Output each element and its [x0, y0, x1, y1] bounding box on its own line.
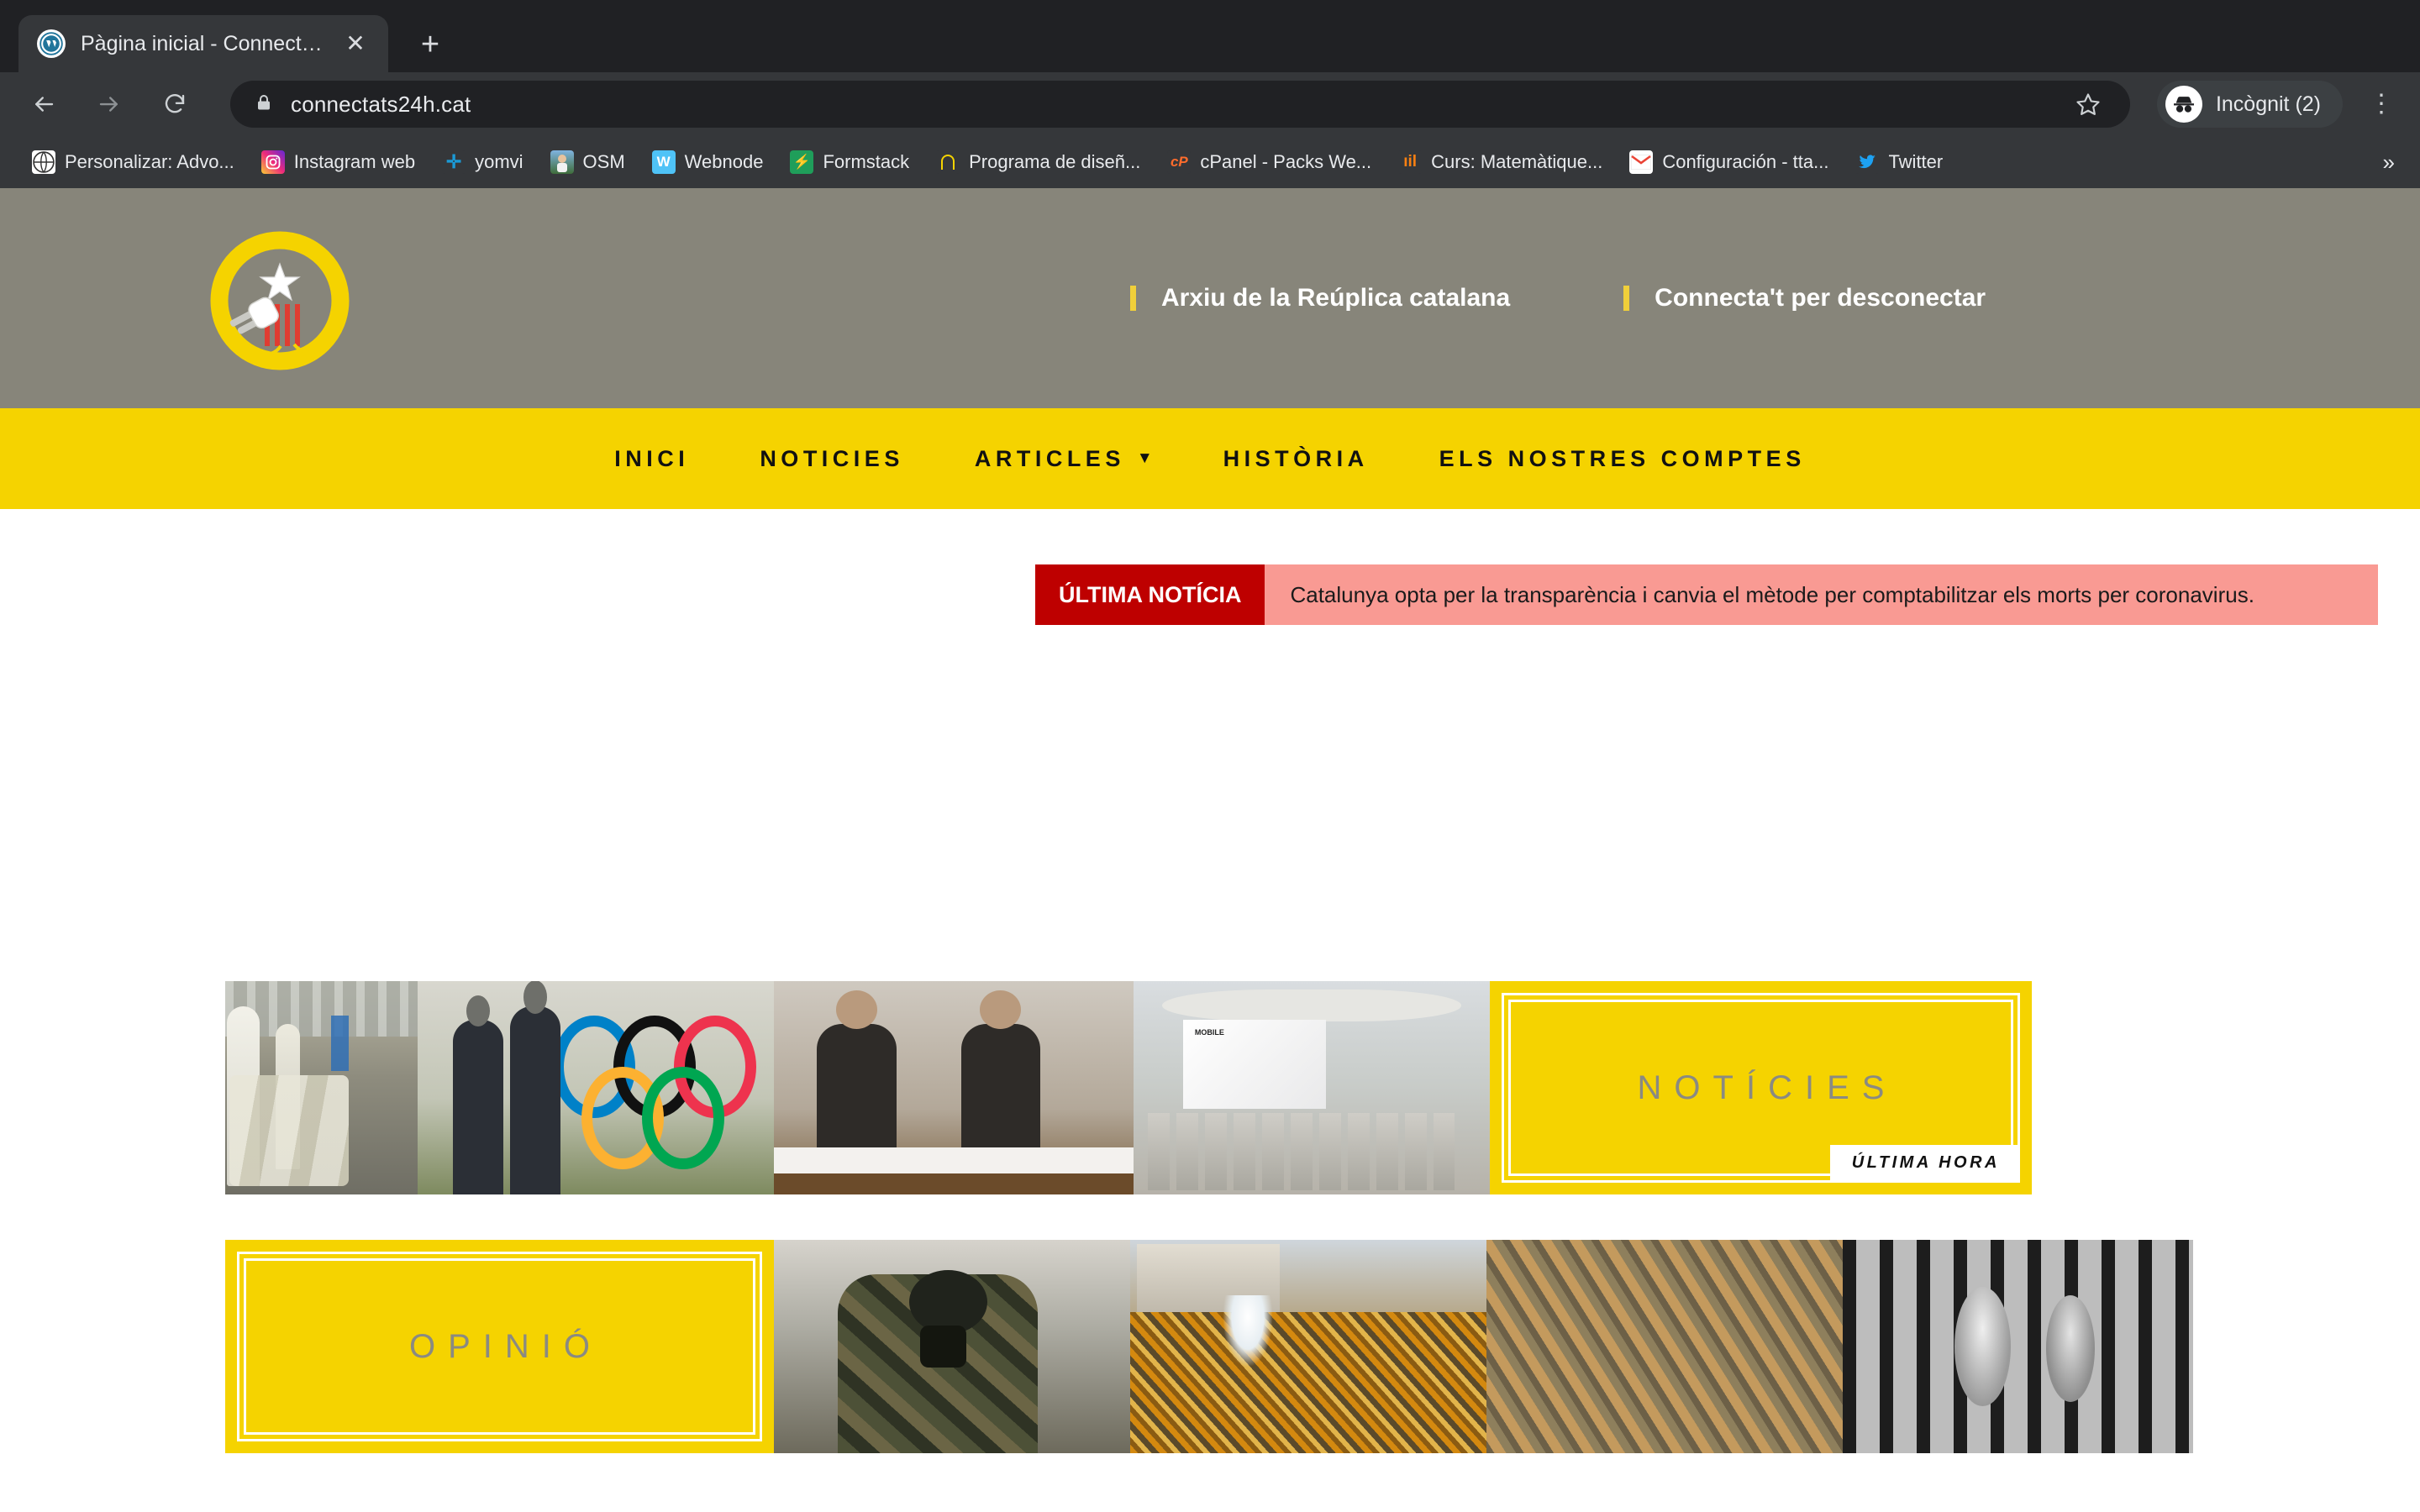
- connectats-logo[interactable]: [187, 220, 373, 381]
- bookmark-label: cPanel - Packs We...: [1200, 151, 1372, 172]
- incognito-icon: [2165, 86, 2202, 123]
- nav-label: NOTICIES: [760, 445, 904, 471]
- tab-strip: Pàgina inicial - Connectats ✕ +: [0, 0, 2420, 72]
- bookmark-webnode[interactable]: W Webnode: [639, 143, 777, 181]
- bookmark-programa-diseno[interactable]: Programa de diseñ...: [923, 143, 1154, 181]
- bookmark-label: Webnode: [684, 151, 764, 172]
- page-content: Arxiu de la Reúplica catalana Connecta't…: [0, 188, 2420, 1512]
- ultima-hora-badge: ÚLTIMA HORA: [1829, 1145, 2018, 1181]
- nav-label: ELS NOSTRES COMPTES: [1439, 445, 1806, 471]
- bookmarks-bar: Personalizar: Advo... Instagram web ✛ yo…: [0, 136, 2420, 188]
- bookmark-label: yomvi: [475, 151, 523, 172]
- browser-tab[interactable]: Pàgina inicial - Connectats ✕: [18, 15, 388, 72]
- osm-icon: [550, 150, 574, 174]
- tile-press-conference[interactable]: [774, 981, 1134, 1194]
- browser-window: Pàgina inicial - Connectats ✕ + connecta…: [0, 0, 2420, 1512]
- forward-button[interactable]: [87, 82, 131, 126]
- nav-label: HISTÒRIA: [1223, 445, 1369, 471]
- bookmark-twitter[interactable]: Twitter: [1842, 143, 1956, 181]
- kebab-menu-icon[interactable]: ⋮: [2365, 92, 2398, 117]
- main-navigation: INICI NOTICIES ARTICLES ▼ HISTÒRIA ELS N…: [0, 408, 2420, 509]
- aerial-eixample-photo: [1486, 1240, 1843, 1453]
- nav-item-inici[interactable]: INICI: [579, 446, 724, 472]
- bookmark-instagram[interactable]: Instagram web: [248, 143, 429, 181]
- bookmark-star-icon[interactable]: [2070, 92, 2107, 117]
- tile-noticies[interactable]: NOTÍCIES ÚLTIMA HORA: [1490, 981, 2032, 1194]
- new-tab-button[interactable]: +: [412, 29, 449, 60]
- browser-toolbar: connectats24h.cat Incògnit (2) ⋮: [0, 72, 2420, 136]
- press-conference-photo: [774, 981, 1134, 1194]
- breaking-news-tag: ÚLTIMA NOTÍCIA: [1035, 564, 1265, 625]
- nav-item-noticies[interactable]: NOTICIES: [724, 446, 939, 472]
- tile-olympic-rings[interactable]: [418, 981, 774, 1194]
- wordpress-icon: [37, 29, 66, 58]
- bookmark-label: OSM: [582, 151, 625, 172]
- bookmarks-overflow-button[interactable]: »: [2383, 150, 2402, 176]
- incognito-label: Incògnit (2): [2215, 92, 2321, 116]
- close-icon[interactable]: ✕: [341, 32, 370, 55]
- back-button[interactable]: [22, 82, 66, 126]
- breaking-news-headline: Catalunya opta per la transparència i ca…: [1265, 564, 2378, 625]
- bookmark-label: Personalizar: Advo...: [65, 151, 234, 172]
- bookmark-label: Instagram web: [293, 151, 416, 172]
- bookmark-configuracion[interactable]: Configuración - tta...: [1616, 143, 1842, 181]
- mosaic-row-1: MOBILE NOTÍCIES ÚLTIMA HORA: [225, 981, 2193, 1194]
- nav-item-articles[interactable]: ARTICLES ▼: [939, 446, 1188, 472]
- bookmark-label: Twitter: [1888, 151, 1944, 172]
- bookmark-osm[interactable]: OSM: [537, 143, 639, 181]
- bookmark-formstack[interactable]: ⚡ Formstack: [776, 143, 923, 181]
- featured-mosaic: MOBILE NOTÍCIES ÚLTIMA HORA OPINIÓ: [225, 981, 2193, 1453]
- prison-bw-photo: [1843, 1240, 2193, 1453]
- header-taglines: Arxiu de la Reúplica catalana Connecta't…: [1130, 188, 1986, 408]
- yomvi-icon: ✛: [442, 150, 466, 174]
- tile-aerial-eixample[interactable]: [1486, 1240, 1843, 1453]
- site-header: Arxiu de la Reúplica catalana Connecta't…: [0, 188, 2420, 408]
- tile-hospital-icu[interactable]: [225, 981, 418, 1194]
- barcelona-mwc-photo: MOBILE: [1134, 981, 1490, 1194]
- tagline-slogan: Connecta't per desconectar: [1623, 286, 1986, 311]
- moodle-icon: ıil: [1398, 150, 1423, 174]
- nav-label: INICI: [614, 445, 690, 471]
- address-bar[interactable]: connectats24h.cat: [230, 81, 2130, 128]
- bookmark-label: Configuración - tta...: [1662, 151, 1829, 172]
- tile-prison-bw[interactable]: [1843, 1240, 2193, 1453]
- bookmark-personalizar[interactable]: Personalizar: Advo...: [18, 143, 248, 181]
- bookmark-cpanel[interactable]: cP cPanel - Packs We...: [1154, 143, 1385, 181]
- reload-button[interactable]: [153, 82, 197, 126]
- lock-icon: [254, 92, 274, 117]
- tile-barcelona-mwc[interactable]: MOBILE: [1134, 981, 1490, 1194]
- bookmark-label: Curs: Matemàtique...: [1431, 151, 1603, 172]
- bookmark-label: Formstack: [823, 151, 910, 172]
- tile-soldier-gasmask[interactable]: [774, 1240, 1130, 1453]
- tile-demonstration[interactable]: [1130, 1240, 1486, 1453]
- hospital-icu-photo: [225, 981, 418, 1194]
- twitter-icon: [1855, 150, 1880, 174]
- nav-item-historia[interactable]: HISTÒRIA: [1188, 446, 1404, 472]
- nav-item-els-nostres-comptes[interactable]: ELS NOSTRES COMPTES: [1404, 446, 1841, 472]
- tile-label-opinio: OPINIÓ: [408, 1327, 603, 1365]
- webnode-icon: W: [651, 150, 676, 174]
- mosaic-row-2: OPINIÓ: [225, 1240, 2193, 1453]
- tab-title: Pàgina inicial - Connectats: [81, 31, 326, 55]
- design-program-icon: [936, 150, 960, 174]
- bookmark-label: Programa de diseñ...: [969, 151, 1141, 172]
- tile-label-noticies: NOTÍCIES: [1637, 1068, 1897, 1106]
- soldier-gasmask-photo: [774, 1240, 1130, 1453]
- incognito-indicator[interactable]: Incògnit (2): [2156, 81, 2343, 128]
- globe-icon: [32, 150, 55, 174]
- instagram-icon: [260, 150, 285, 174]
- bookmark-curs-matematiques[interactable]: ıil Curs: Matemàtique...: [1385, 143, 1616, 181]
- chevron-down-icon: ▼: [1136, 449, 1153, 467]
- bookmark-yomvi[interactable]: ✛ yomvi: [429, 143, 536, 181]
- formstack-icon: ⚡: [790, 150, 814, 174]
- tagline-archive: Arxiu de la Reúplica catalana: [1130, 286, 1510, 311]
- demonstration-photo: [1130, 1240, 1486, 1453]
- breaking-news-banner[interactable]: ÚLTIMA NOTÍCIA Catalunya opta per la tra…: [1035, 564, 2378, 625]
- nav-label: ARTICLES: [974, 445, 1125, 471]
- url-text: connectats24h.cat: [291, 91, 471, 117]
- gmail-icon: [1629, 150, 1654, 174]
- cpanel-icon: cP: [1167, 150, 1192, 174]
- tile-opinio[interactable]: OPINIÓ: [225, 1240, 774, 1453]
- olympic-rings-photo: [418, 981, 774, 1194]
